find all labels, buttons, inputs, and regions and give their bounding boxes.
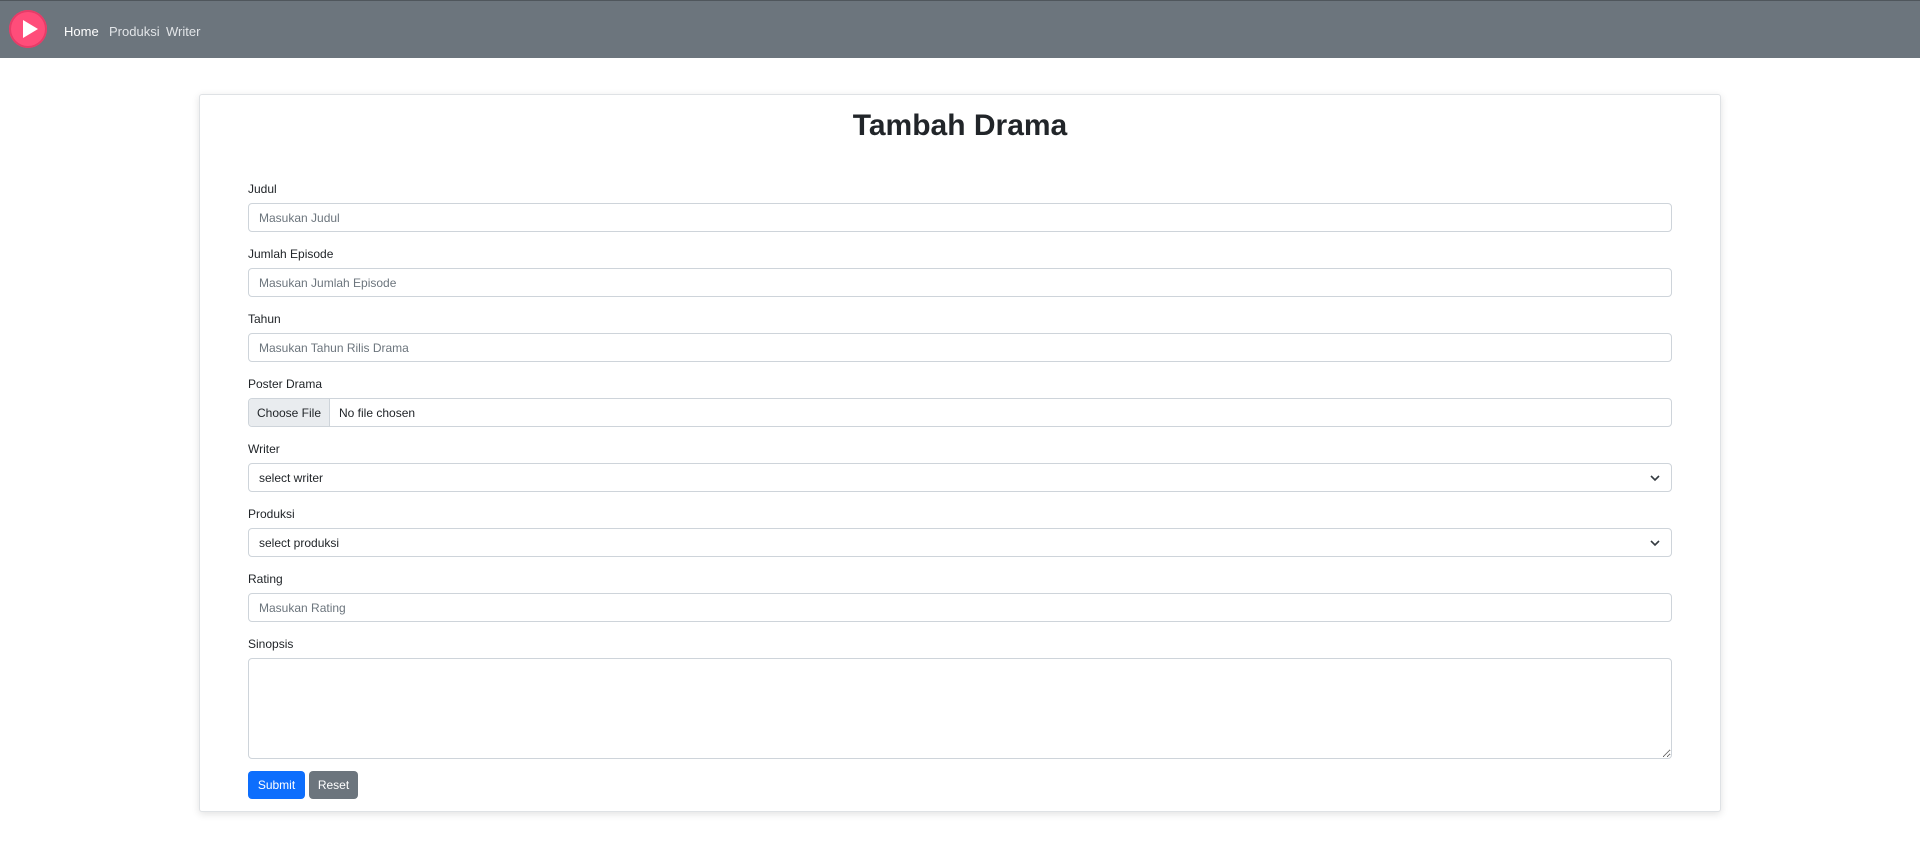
episode-label: Jumlah Episode [248,247,334,261]
episode-input[interactable] [248,268,1672,297]
produksi-label: Produksi [248,507,295,521]
writer-label: Writer [248,442,280,456]
sinopsis-textarea[interactable] [248,658,1672,759]
page-title: Tambah Drama [852,109,1068,142]
rating-label: Rating [248,572,283,586]
judul-label: Judul [248,182,277,196]
judul-input[interactable] [248,203,1672,232]
chevron-down-icon [1650,474,1660,481]
produksi-select[interactable]: select produksi [248,528,1672,557]
tahun-label: Tahun [248,312,281,326]
rating-input[interactable] [248,593,1672,622]
sinopsis-label: Sinopsis [248,637,294,651]
nav-produksi[interactable]: Produksi [109,24,160,39]
choose-file-button[interactable]: Choose File [249,399,330,426]
chevron-down-icon [1650,539,1660,546]
submit-button[interactable]: Submit [248,771,305,799]
reset-button[interactable]: Reset [309,771,358,799]
play-logo-icon[interactable] [9,10,47,48]
navbar: Home Produksi Writer [0,0,1920,58]
writer-select[interactable]: select writer [248,463,1672,492]
file-status-text: No file chosen [339,405,416,420]
nav-home[interactable]: Home [64,24,99,39]
nav-writer[interactable]: Writer [166,24,200,39]
writer-select-value: select writer [259,470,324,485]
poster-label: Poster Drama [248,377,323,391]
tahun-input[interactable] [248,333,1672,362]
poster-file-input[interactable]: Choose File No file chosen [248,398,1672,427]
produksi-select-value: select produksi [259,535,340,550]
